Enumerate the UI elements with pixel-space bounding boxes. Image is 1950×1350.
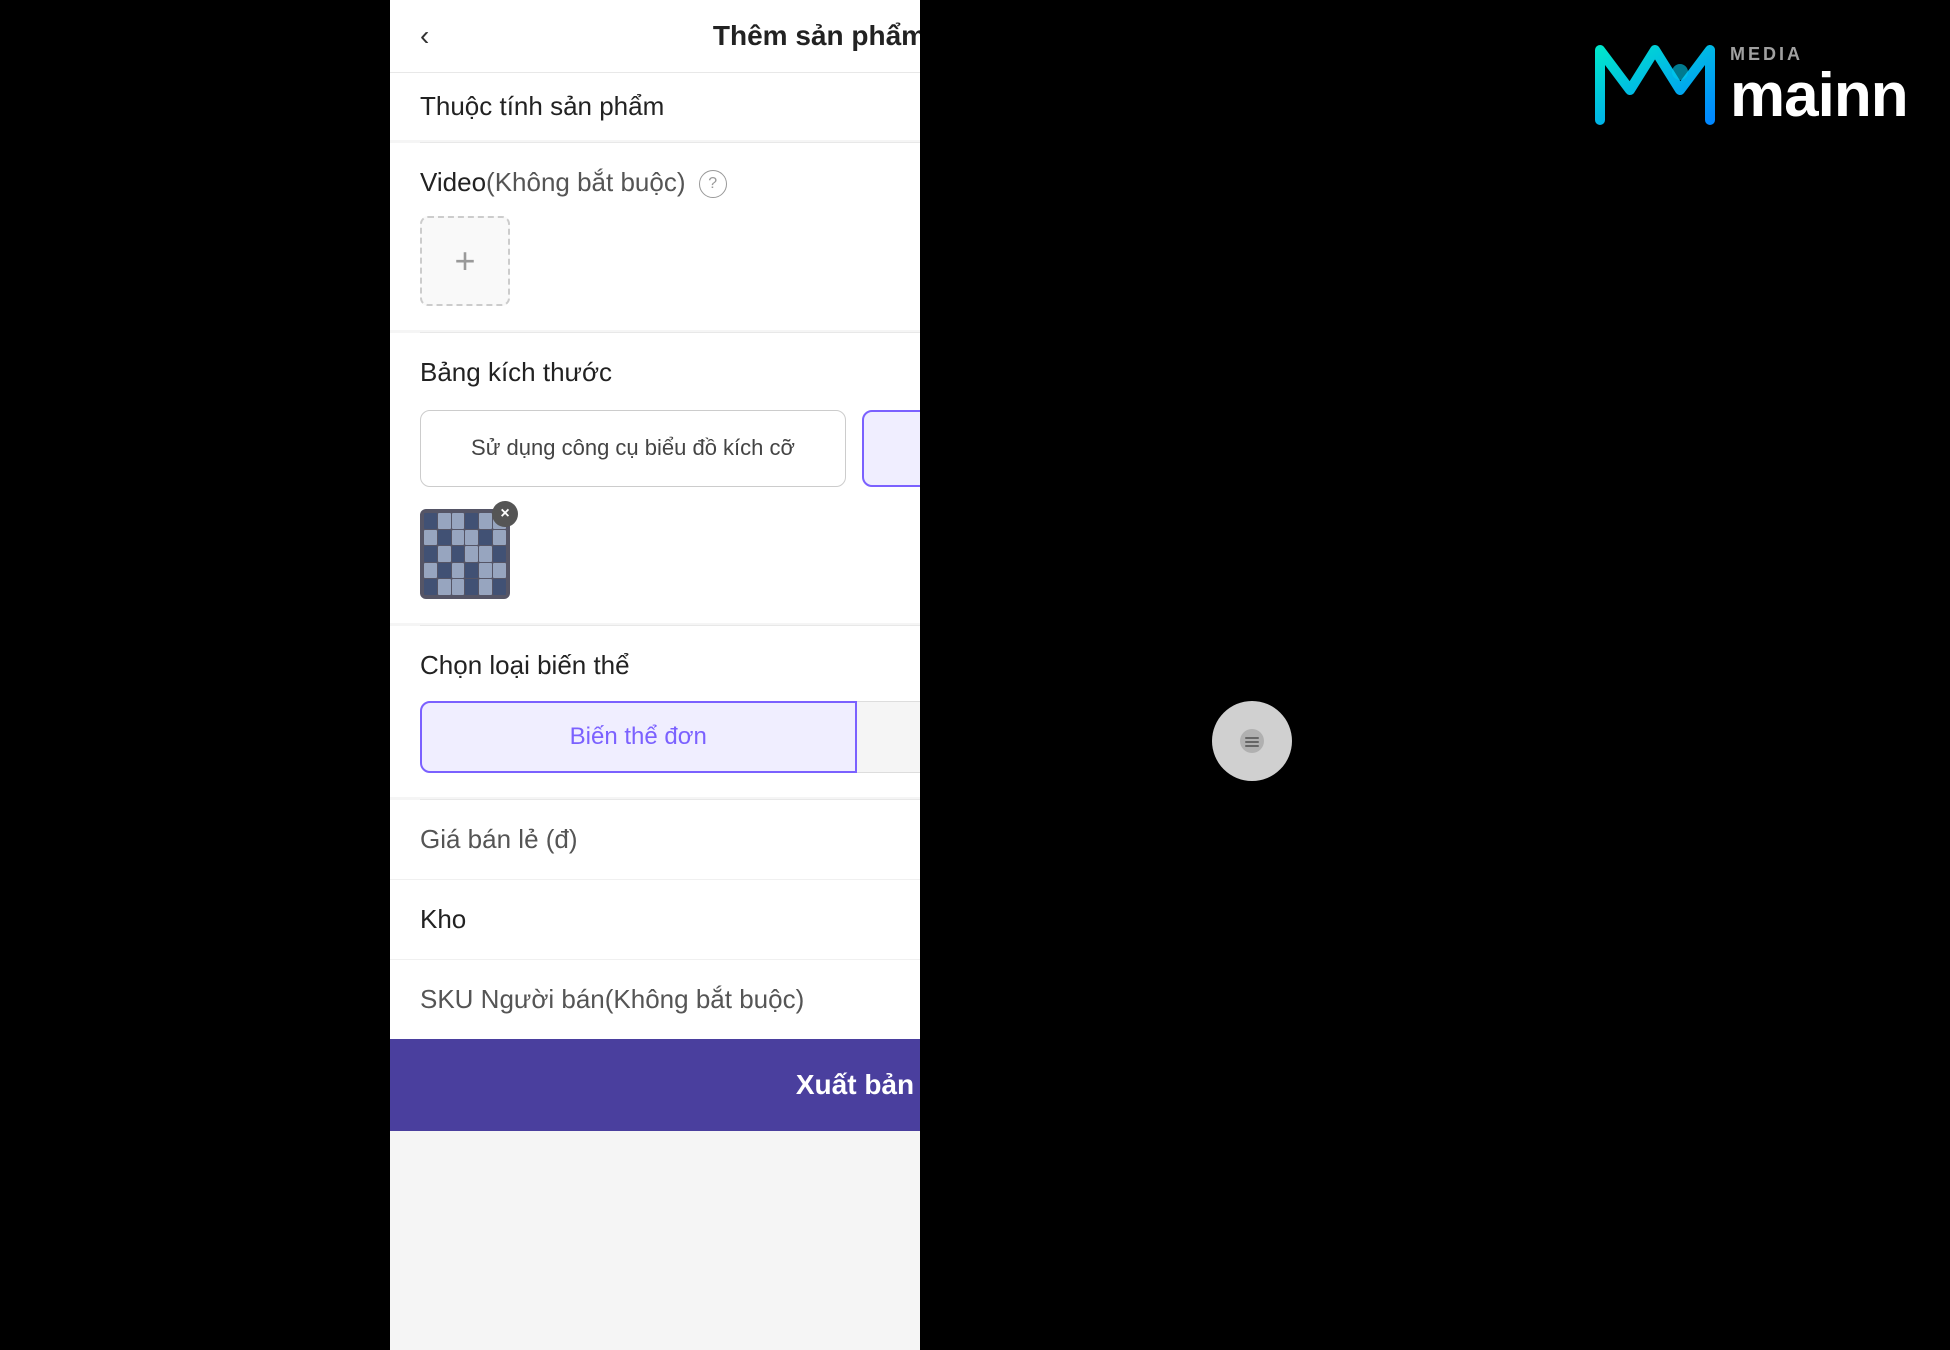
grid-cell bbox=[465, 563, 478, 579]
grid-cell bbox=[438, 530, 451, 546]
menu-icon bbox=[1237, 726, 1267, 756]
grid-cell bbox=[479, 579, 492, 595]
grid-cell bbox=[479, 530, 492, 546]
grid-cell bbox=[452, 563, 465, 579]
grid-cell bbox=[424, 513, 437, 529]
grid-cell bbox=[479, 563, 492, 579]
grid-cell bbox=[452, 530, 465, 546]
grid-cell bbox=[438, 513, 451, 529]
float-circle-button[interactable] bbox=[1212, 701, 1292, 781]
grid-cell bbox=[493, 530, 506, 546]
grid-cell bbox=[424, 563, 437, 579]
product-attr-label: Thuộc tính sản phẩm bbox=[420, 91, 664, 122]
grid-cell bbox=[465, 546, 478, 562]
mainn-label: mainn bbox=[1730, 65, 1908, 127]
help-icon[interactable]: ? bbox=[699, 170, 727, 198]
grid-cell bbox=[438, 546, 451, 562]
right-black-area: MEDIA mainn bbox=[920, 0, 1950, 1350]
grid-cell bbox=[479, 546, 492, 562]
grid-cell bbox=[493, 546, 506, 562]
grid-cell bbox=[493, 563, 506, 579]
su-dung-bieu-do-button[interactable]: Sử dụng công cụ biểu đồ kích cỡ bbox=[420, 410, 846, 487]
back-button[interactable]: ‹ bbox=[420, 20, 429, 52]
watermark: MEDIA mainn bbox=[1590, 20, 1930, 150]
grid-cell bbox=[424, 546, 437, 562]
grid-cell bbox=[452, 579, 465, 595]
add-video-button[interactable]: + bbox=[420, 216, 510, 306]
mainn-logo-icon bbox=[1590, 30, 1720, 140]
sku-label: SKU Người bán(Không bắt buộc) bbox=[420, 984, 804, 1015]
grid-cell bbox=[424, 579, 437, 595]
plus-icon: + bbox=[454, 240, 475, 282]
gia-ban-label: Giá bán lẻ (đ) bbox=[420, 824, 578, 855]
grid-cell bbox=[493, 579, 506, 595]
uploaded-image-container: × bbox=[420, 509, 510, 599]
grid-cell bbox=[465, 530, 478, 546]
grid-cell bbox=[452, 513, 465, 529]
grid-cell bbox=[452, 546, 465, 562]
bien-the-don-button[interactable]: Biến thể đơn bbox=[420, 701, 857, 773]
remove-image-button[interactable]: × bbox=[492, 501, 518, 527]
logo-text-area: MEDIA mainn bbox=[1730, 44, 1908, 127]
grid-cell bbox=[465, 513, 478, 529]
grid-cell bbox=[438, 579, 451, 595]
grid-cell bbox=[465, 579, 478, 595]
grid-cell bbox=[424, 530, 437, 546]
kho-label: Kho bbox=[420, 904, 466, 935]
left-black-area bbox=[0, 0, 390, 1350]
grid-cell bbox=[438, 563, 451, 579]
grid-cell bbox=[479, 513, 492, 529]
